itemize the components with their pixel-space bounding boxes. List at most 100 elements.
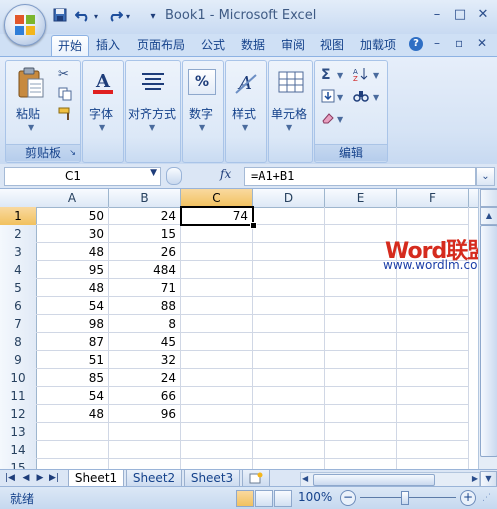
close-button[interactable]: ✕: [476, 8, 490, 22]
cell-f10[interactable]: [397, 369, 469, 387]
cell-f12[interactable]: [397, 405, 469, 423]
cell-c14[interactable]: [181, 441, 253, 459]
dialog-launcher-icon[interactable]: ↘: [69, 145, 76, 161]
cell-b11[interactable]: 66: [109, 387, 181, 405]
zoom-slider-thumb[interactable]: [401, 491, 409, 505]
column-header-f[interactable]: F: [397, 189, 469, 208]
cell-c9[interactable]: [181, 351, 253, 369]
worksheet-grid[interactable]: ABCDEF 1 50 24 74 2 30 15 3 48 26 4 95 484 5 48 71 6 54 88…: [0, 189, 478, 469]
paste-dropdown-icon[interactable]: ▼: [28, 123, 34, 132]
customize-qat-icon[interactable]: ▾: [148, 8, 158, 26]
tab-view[interactable]: 视图: [314, 35, 350, 56]
cell-c11[interactable]: [181, 387, 253, 405]
cell-d11[interactable]: [253, 387, 325, 405]
cell-a13[interactable]: [36, 423, 109, 441]
normal-view-button[interactable]: [236, 490, 254, 507]
first-sheet-icon[interactable]: |◀: [4, 471, 16, 485]
cell-a6[interactable]: 54: [36, 297, 109, 315]
select-all-corner[interactable]: [0, 189, 37, 208]
cell-f7[interactable]: [397, 315, 469, 333]
expand-formula-bar-button[interactable]: ⌄: [476, 167, 495, 186]
tab-home[interactable]: 开始: [51, 35, 90, 57]
autosum-icon[interactable]: Σ: [321, 67, 331, 83]
cell-f5[interactable]: [397, 279, 469, 297]
cell-d14[interactable]: [253, 441, 325, 459]
ribbon-restore-button[interactable]: ▫: [455, 36, 463, 50]
cell-b3[interactable]: 26: [109, 243, 181, 261]
column-header-e[interactable]: E: [325, 189, 397, 208]
sort-dropdown-icon[interactable]: ▼: [373, 71, 379, 80]
cell-e11[interactable]: [325, 387, 397, 405]
cell-e1[interactable]: [325, 207, 397, 225]
next-sheet-icon[interactable]: ▶: [34, 471, 46, 485]
cell-c2[interactable]: [181, 225, 253, 243]
cell-c7[interactable]: [181, 315, 253, 333]
cell-f14[interactable]: [397, 441, 469, 459]
cell-d2[interactable]: [253, 225, 325, 243]
row-header[interactable]: 11: [0, 387, 37, 406]
cell-b13[interactable]: [109, 423, 181, 441]
cell-a12[interactable]: 48: [36, 405, 109, 423]
paste-label[interactable]: 粘贴: [16, 105, 40, 122]
zoom-in-button[interactable]: +: [460, 490, 476, 506]
cell-a7[interactable]: 98: [36, 315, 109, 333]
cell-b4[interactable]: 484: [109, 261, 181, 279]
cell-d10[interactable]: [253, 369, 325, 387]
ribbon-minimize-button[interactable]: –: [434, 36, 440, 50]
horizontal-scrollbar[interactable]: ◀ ▶: [300, 472, 480, 487]
row-header[interactable]: 3: [0, 243, 37, 262]
cell-d7[interactable]: [253, 315, 325, 333]
tab-data[interactable]: 数据: [235, 35, 271, 56]
cell-c3[interactable]: [181, 243, 253, 261]
split-box[interactable]: [480, 189, 497, 207]
insert-sheet-icon[interactable]: [242, 470, 270, 487]
last-sheet-icon[interactable]: ▶|: [48, 471, 60, 485]
help-icon[interactable]: ?: [409, 37, 423, 51]
row-header[interactable]: 8: [0, 333, 37, 352]
cell-f13[interactable]: [397, 423, 469, 441]
find-select-icon[interactable]: [353, 89, 369, 107]
row-header[interactable]: 1: [0, 207, 37, 226]
zoom-out-button[interactable]: −: [340, 490, 356, 506]
cell-d15[interactable]: [253, 459, 325, 469]
zoom-level[interactable]: 100%: [298, 490, 332, 504]
cell-d4[interactable]: [253, 261, 325, 279]
sheet-tab-sheet3[interactable]: Sheet3: [184, 470, 240, 487]
column-header-d[interactable]: D: [253, 189, 325, 208]
cell-e8[interactable]: [325, 333, 397, 351]
cell-c15[interactable]: [181, 459, 253, 469]
formula-bar-splitter[interactable]: [166, 167, 182, 185]
minimize-button[interactable]: –: [430, 8, 444, 22]
cell-a14[interactable]: [36, 441, 109, 459]
redo-dropdown-icon[interactable]: ▾: [124, 8, 132, 26]
tab-insert[interactable]: 插入: [90, 35, 126, 56]
column-header-a[interactable]: A: [36, 189, 109, 208]
fill-handle[interactable]: [250, 222, 257, 229]
row-header[interactable]: 15: [0, 459, 37, 469]
row-header[interactable]: 7: [0, 315, 37, 334]
cell-e9[interactable]: [325, 351, 397, 369]
cell-e7[interactable]: [325, 315, 397, 333]
cell-f15[interactable]: [397, 459, 469, 469]
cell-d1[interactable]: [253, 207, 325, 225]
cell-a5[interactable]: 48: [36, 279, 109, 297]
cell-a3[interactable]: 48: [36, 243, 109, 261]
number-group[interactable]: % 数字 ▼: [182, 60, 224, 163]
cell-b12[interactable]: 96: [109, 405, 181, 423]
cell-c4[interactable]: [181, 261, 253, 279]
cell-b10[interactable]: 24: [109, 369, 181, 387]
cell-f6[interactable]: [397, 297, 469, 315]
cell-b7[interactable]: 8: [109, 315, 181, 333]
row-header[interactable]: 10: [0, 369, 37, 388]
cell-d5[interactable]: [253, 279, 325, 297]
cell-e15[interactable]: [325, 459, 397, 469]
redo-icon[interactable]: [106, 8, 124, 26]
prev-sheet-icon[interactable]: ◀: [20, 471, 32, 485]
cell-a1[interactable]: 50: [36, 207, 109, 225]
insert-function-button[interactable]: fx: [214, 167, 244, 184]
styles-group[interactable]: A 样式 ▼: [225, 60, 267, 163]
cell-b1[interactable]: 24: [109, 207, 181, 225]
page-layout-view-button[interactable]: [255, 490, 273, 507]
cell-e10[interactable]: [325, 369, 397, 387]
resize-grip-icon[interactable]: ⋰: [482, 493, 494, 505]
